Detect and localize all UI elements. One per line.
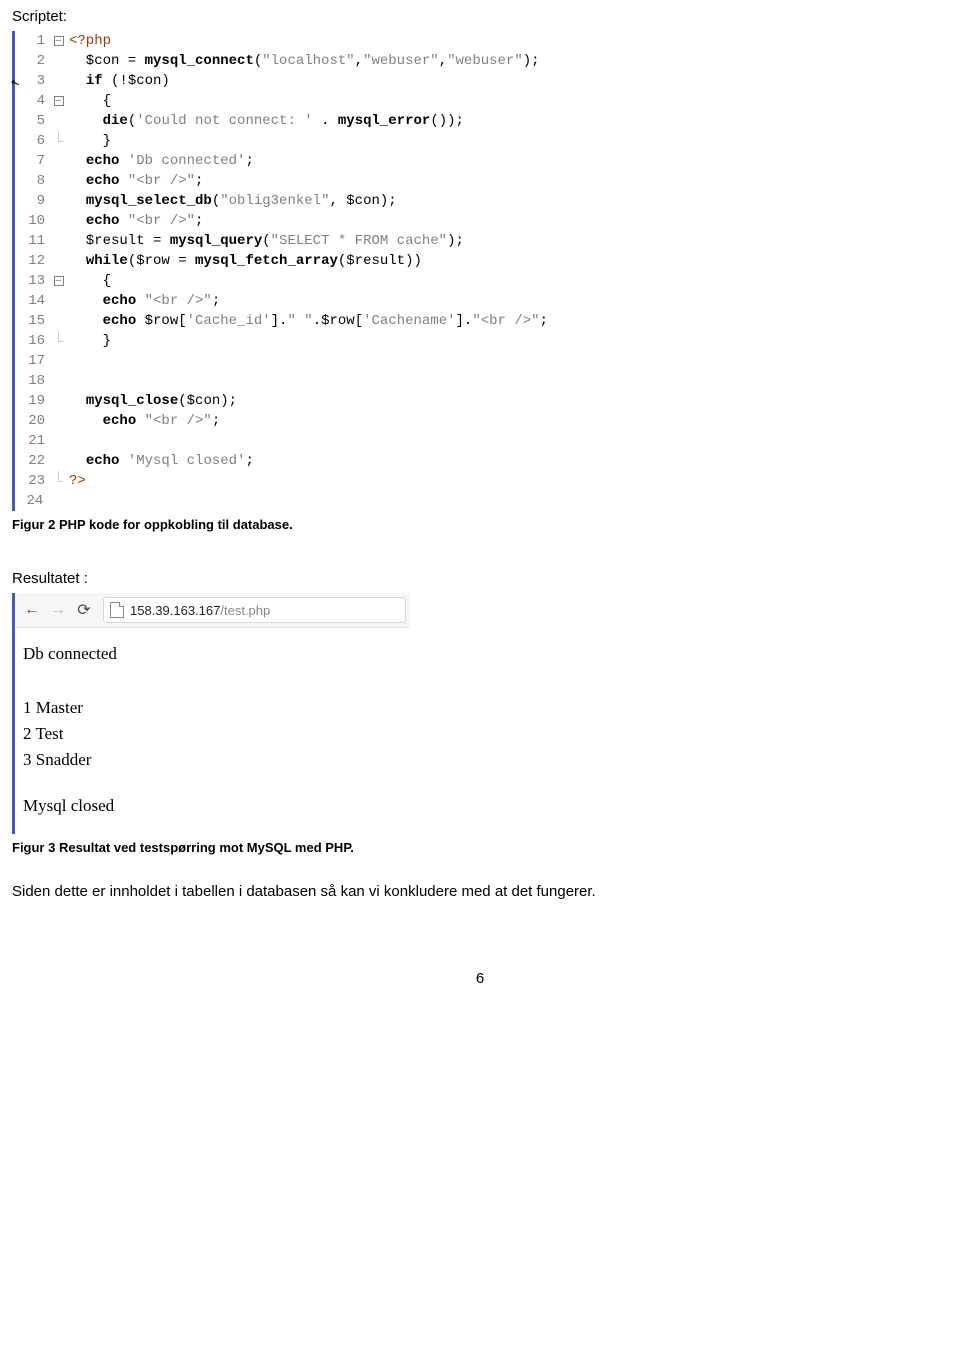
code-text: echo "<br />"; (65, 291, 220, 311)
output-closed: Mysql closed (23, 796, 402, 816)
line-number: 14 (15, 291, 51, 311)
code-line: 6 } (15, 131, 948, 151)
page-number: 6 (0, 970, 960, 987)
line-number: 11 (15, 231, 51, 251)
code-line: 18 (15, 371, 948, 391)
line-number: 18 (15, 371, 51, 391)
body-paragraph: Siden dette er innholdet i tabellen i da… (12, 883, 948, 900)
line-number: 8 (15, 171, 51, 191)
line-number: 21 (15, 431, 51, 451)
code-text: mysql_select_db("oblig3enkel", $con); (65, 191, 397, 211)
code-line: 16 } (15, 331, 948, 351)
line-number: 4 (15, 91, 51, 111)
code-line: 7 echo 'Db connected'; (15, 151, 948, 171)
line-number: 9 (15, 191, 51, 211)
code-text: echo "<br />"; (65, 171, 203, 191)
heading-resultatet: Resultatet : (12, 570, 960, 587)
code-text: { (65, 91, 111, 111)
browser-window: ← → ⟳ 158.39.163.167/test.php Db connect… (12, 593, 410, 834)
line-number: 19 (15, 391, 51, 411)
code-editor-block: ↖ 1<?php2 $con = mysql_connect("localhos… (12, 31, 948, 511)
code-line: 12 while($row = mysql_fetch_array($resul… (15, 251, 948, 271)
url-host: 158.39.163.167 (130, 603, 220, 618)
code-text: <?php (65, 31, 111, 51)
line-number: 23 (15, 471, 51, 491)
line-number: 15 (15, 311, 51, 331)
line-number: 13 (15, 271, 51, 291)
page-icon (110, 602, 124, 618)
output-row: 2 Test (23, 724, 402, 744)
code-text: { (65, 271, 111, 291)
code-line: 14 echo "<br />"; (15, 291, 948, 311)
code-text: echo "<br />"; (65, 411, 220, 431)
figure-3-caption: Figur 3 Resultat ved testspørring mot My… (12, 840, 960, 855)
code-line: 9 mysql_select_db("oblig3enkel", $con); (15, 191, 948, 211)
code-text: echo 'Mysql closed'; (65, 451, 254, 471)
code-line: 10 echo "<br />"; (15, 211, 948, 231)
code-line: 8 echo "<br />"; (15, 171, 948, 191)
code-line: 13 { (15, 271, 948, 291)
line-number: 16 (15, 331, 51, 351)
address-bar[interactable]: 158.39.163.167/test.php (103, 597, 406, 623)
code-line: 19 mysql_close($con); (15, 391, 948, 411)
browser-page-body: Db connected 1 Master 2 Test 3 Snadder M… (15, 628, 410, 834)
code-text: mysql_close($con); (65, 391, 237, 411)
code-text: $result = mysql_query("SELECT * FROM cac… (65, 231, 464, 251)
browser-toolbar: ← → ⟳ 158.39.163.167/test.php (15, 593, 410, 628)
code-line: 2 $con = mysql_connect("localhost","webu… (15, 51, 948, 71)
line-number: 24 (15, 491, 49, 511)
code-text: ?> (65, 471, 86, 491)
code-line: 23 ?> (15, 471, 948, 491)
code-line: 5 die('Could not connect: ' . mysql_erro… (15, 111, 948, 131)
heading-scriptet: Scriptet: (12, 8, 960, 25)
line-number: 17 (15, 351, 51, 371)
line-number: 7 (15, 151, 51, 171)
output-row: 1 Master (23, 698, 402, 718)
code-line: 15 echo $row['Cache_id']." ".$row['Cache… (15, 311, 948, 331)
code-line: 17 (15, 351, 948, 371)
reload-button[interactable]: ⟳ (71, 597, 97, 623)
output-connected: Db connected (23, 644, 402, 664)
code-text: echo "<br />"; (65, 211, 203, 231)
code-line: 3 if (!$con) (15, 71, 948, 91)
code-line: 22 echo 'Mysql closed'; (15, 451, 948, 471)
url-path: /test.php (220, 603, 270, 618)
line-number: 22 (15, 451, 51, 471)
code-text: die('Could not connect: ' . mysql_error(… (65, 111, 464, 131)
code-text: } (65, 331, 111, 351)
code-text: while($row = mysql_fetch_array($result)) (65, 251, 422, 271)
code-line: 20 echo "<br />"; (15, 411, 948, 431)
code-text: $con = mysql_connect("localhost","webuse… (65, 51, 540, 71)
line-number: 1 (15, 31, 51, 51)
code-line: 24 (15, 491, 948, 511)
code-text: echo $row['Cache_id']." ".$row['Cachenam… (65, 311, 548, 331)
back-button[interactable]: ← (19, 597, 45, 623)
code-line: 1 <?php (15, 31, 948, 51)
line-number: 5 (15, 111, 51, 131)
code-text: } (65, 131, 111, 151)
line-number: 6 (15, 131, 51, 151)
output-row: 3 Snadder (23, 750, 402, 770)
figure-2-caption: Figur 2 PHP kode for oppkobling til data… (12, 517, 960, 532)
code-text: if (!$con) (65, 71, 170, 91)
code-line: 11 $result = mysql_query("SELECT * FROM … (15, 231, 948, 251)
line-number: 12 (15, 251, 51, 271)
line-number: 10 (15, 211, 51, 231)
forward-button[interactable]: → (45, 597, 71, 623)
code-line: 4 { (15, 91, 948, 111)
line-number: 2 (15, 51, 51, 71)
line-number: 20 (15, 411, 51, 431)
code-line: 21 (15, 431, 948, 451)
code-text: echo 'Db connected'; (65, 151, 254, 171)
